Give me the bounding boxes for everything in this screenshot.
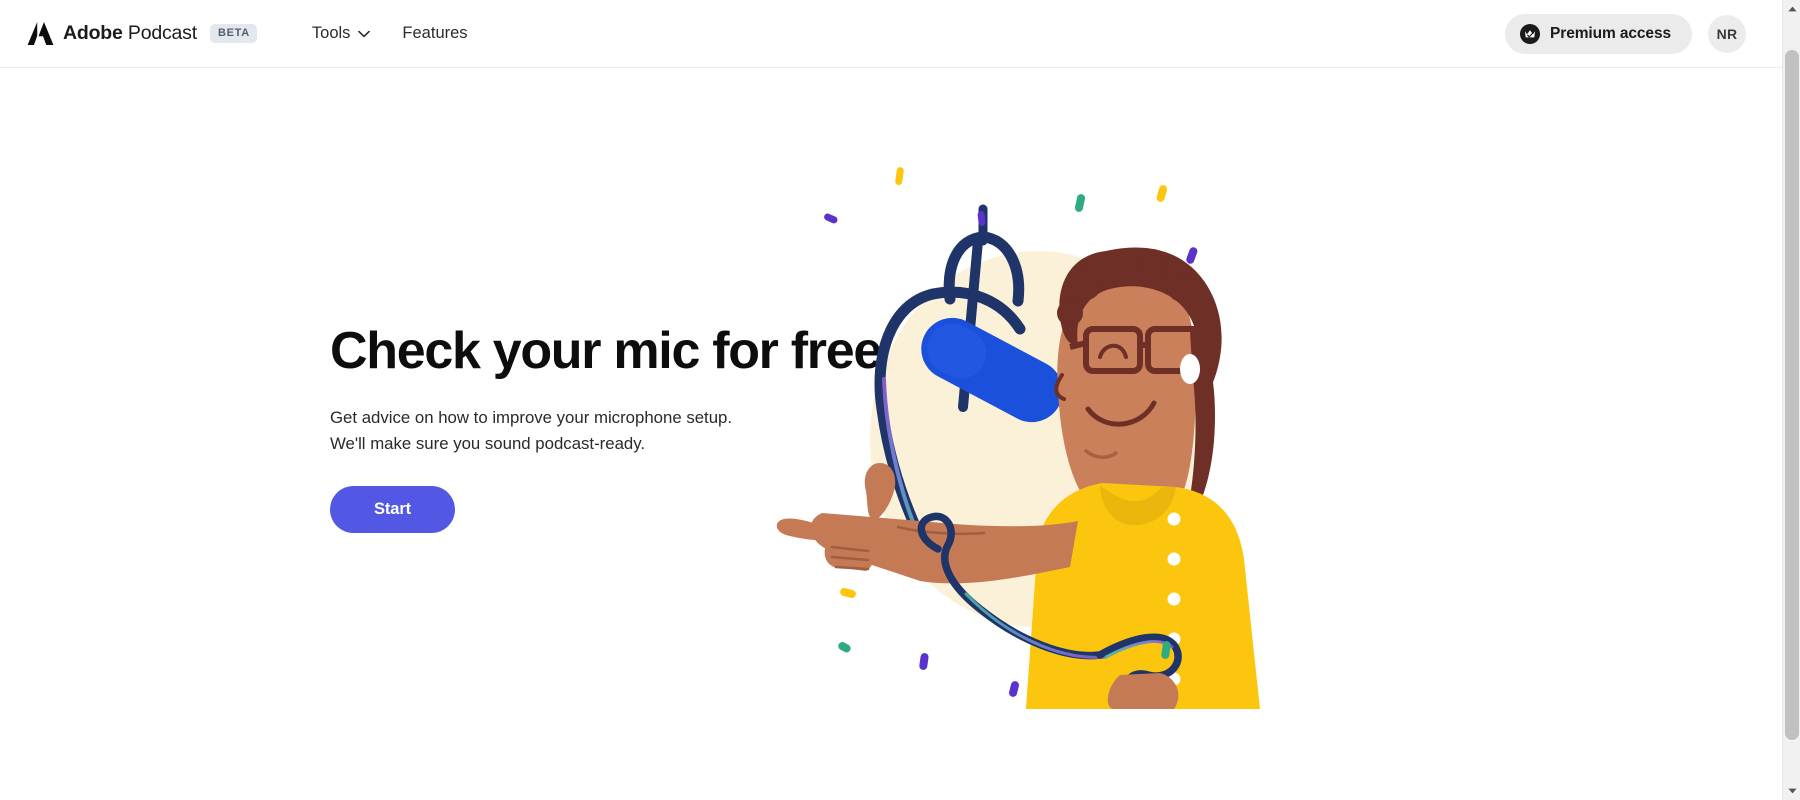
brand-title: Adobe Podcast bbox=[63, 22, 197, 45]
shirt-button bbox=[1167, 592, 1181, 606]
primary-nav: Tools Features bbox=[296, 16, 484, 51]
scrollbar-thumb[interactable] bbox=[1785, 50, 1799, 740]
nav-item-features-label: Features bbox=[402, 24, 468, 42]
confetti-piece bbox=[1156, 185, 1168, 202]
page-scrollbar[interactable] bbox=[1782, 0, 1800, 800]
nav-item-tools[interactable]: Tools bbox=[296, 16, 387, 51]
hair-curl-2 bbox=[1100, 251, 1132, 283]
hair-curl-4 bbox=[1167, 272, 1197, 302]
brand-name-adobe: Adobe bbox=[63, 22, 123, 44]
premium-access-label: Premium access bbox=[1550, 24, 1671, 42]
app-header: Adobe Podcast BETA Tools Features Premiu… bbox=[0, 0, 1782, 68]
earbud bbox=[1180, 354, 1200, 384]
confetti-piece bbox=[919, 653, 929, 670]
hair-curl-5 bbox=[1057, 300, 1083, 326]
confetti-piece bbox=[838, 642, 851, 653]
main-content: Check your mic for free Get advice on ho… bbox=[0, 69, 1782, 800]
beta-badge: BETA bbox=[209, 24, 257, 43]
shirt-button bbox=[1167, 512, 1181, 526]
hand-holding-cable bbox=[1107, 673, 1179, 709]
nav-item-tools-label: Tools bbox=[311, 24, 351, 42]
confetti-piece bbox=[824, 213, 838, 224]
nav-item-features[interactable]: Features bbox=[386, 16, 483, 51]
brand-name-podcast: Podcast bbox=[127, 22, 197, 44]
start-button[interactable]: Start bbox=[330, 486, 455, 534]
person-with-microphone-illustration bbox=[776, 167, 1260, 709]
confetti-piece bbox=[1186, 247, 1198, 264]
hero-illustration bbox=[770, 89, 1290, 709]
shirt-button bbox=[1167, 552, 1181, 566]
header-actions: Premium access NR bbox=[1505, 13, 1746, 54]
triangle-down-icon bbox=[1787, 788, 1797, 794]
triangle-up-icon bbox=[1787, 6, 1797, 12]
brand-logo-group[interactable]: Adobe Podcast BETA bbox=[27, 21, 257, 46]
confetti-piece bbox=[840, 588, 856, 598]
scrollbar-up-button[interactable] bbox=[1783, 0, 1800, 18]
confetti-piece bbox=[895, 167, 904, 186]
confetti-piece bbox=[1009, 681, 1019, 697]
scrollbar-down-button[interactable] bbox=[1783, 782, 1800, 800]
hair-curl-1 bbox=[1071, 270, 1101, 300]
confetti-piece bbox=[1074, 194, 1086, 212]
hair-curl-3 bbox=[1136, 249, 1168, 281]
user-avatar[interactable]: NR bbox=[1708, 14, 1746, 53]
premium-access-button[interactable]: Premium access bbox=[1505, 13, 1692, 54]
premium-crown-icon bbox=[1520, 23, 1541, 44]
adobe-a-logo-icon bbox=[27, 22, 54, 45]
avatar-initials: NR bbox=[1716, 25, 1738, 42]
page-root: Adobe Podcast BETA Tools Features Premiu… bbox=[0, 0, 1800, 800]
chevron-down-icon bbox=[358, 30, 371, 37]
